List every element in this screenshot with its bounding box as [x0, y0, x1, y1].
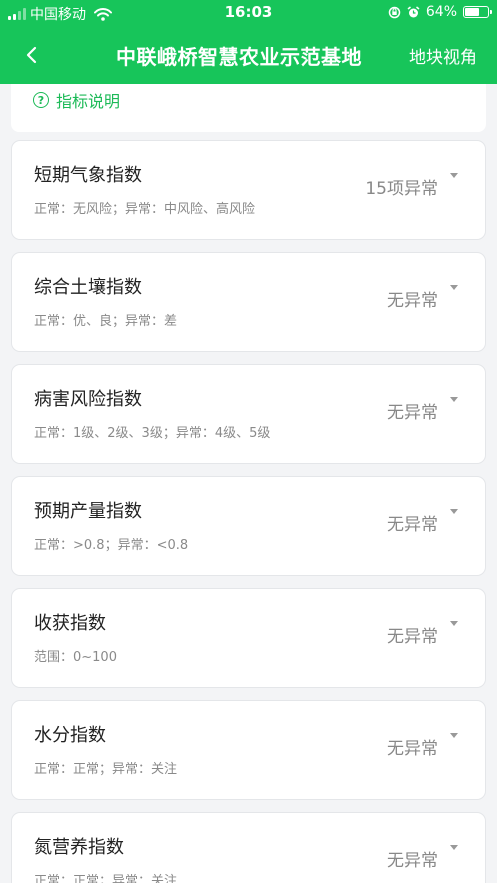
index-card-title: 病害风险指数 [34, 389, 142, 410]
help-circle-icon: ? [33, 92, 49, 108]
rotation-lock-icon [388, 6, 401, 18]
index-card-status: 无异常 [387, 739, 438, 759]
index-card-status: 无异常 [387, 627, 438, 647]
caret-down-icon [450, 733, 458, 738]
page-title: 中联峨桥智慧农业示范基地 [116, 45, 362, 69]
caret-down-icon [450, 285, 458, 290]
index-card-nitrogen[interactable]: 氮营养指数 正常：正常；异常：关注 无异常 [11, 812, 486, 883]
info-card: ? 指标说明 [11, 84, 486, 132]
battery-fill [465, 8, 480, 16]
battery-icon [463, 6, 492, 18]
index-card-title: 氮营养指数 [34, 837, 124, 858]
status-right: 64% [388, 4, 492, 20]
index-card-subtitle: 正常：1级、2级、3级；异常：4级、5级 [34, 426, 271, 441]
alarm-icon [407, 5, 420, 17]
index-card-status: 无异常 [387, 291, 438, 311]
back-button[interactable] [18, 40, 46, 70]
index-card-subtitle: 正常：优、良；异常：差 [34, 314, 178, 329]
plot-view-button[interactable]: 地块视角 [409, 43, 477, 68]
indicator-help-label: 指标说明 [56, 92, 121, 111]
index-card-title: 收获指数 [34, 613, 106, 634]
app-header: 中国移动 16:03 64% 中联峨桥智慧农业示范基地 地块视角 [0, 0, 497, 84]
nav-bar: 中联峨桥智慧农业示范基地 地块视角 [0, 26, 497, 84]
index-card-title: 预期产量指数 [34, 501, 142, 522]
index-card-status: 无异常 [387, 403, 438, 423]
index-card-subtitle: 正常：无风险；异常：中风险、高风险 [34, 202, 256, 217]
index-card-weather[interactable]: 短期气象指数 正常：无风险；异常：中风险、高风险 15项异常 [11, 140, 486, 240]
index-card-harvest[interactable]: 收获指数 范围：0~100 无异常 [11, 588, 486, 688]
index-card-title: 水分指数 [34, 725, 106, 746]
main-content[interactable]: ? 指标说明 短期气象指数 正常：无风险；异常：中风险、高风险 15项异常 综合… [0, 84, 497, 883]
index-card-moisture[interactable]: 水分指数 正常：正常；异常：关注 无异常 [11, 700, 486, 800]
index-card-subtitle: 范围：0~100 [34, 650, 117, 665]
index-card-status: 无异常 [387, 851, 438, 871]
caret-down-icon [450, 397, 458, 402]
indicator-help-link[interactable]: ? 指标说明 [33, 88, 120, 112]
index-card-title: 综合土壤指数 [34, 277, 142, 298]
index-card-soil[interactable]: 综合土壤指数 正常：优、良；异常：差 无异常 [11, 252, 486, 352]
caret-down-icon [450, 173, 458, 178]
index-card-status: 无异常 [387, 515, 438, 535]
index-card-subtitle: 正常：>0.8；异常：<0.8 [34, 538, 189, 553]
index-card-yield[interactable]: 预期产量指数 正常：>0.8；异常：<0.8 无异常 [11, 476, 486, 576]
index-card-subtitle: 正常：正常；异常：关注 [34, 762, 178, 777]
caret-down-icon [450, 845, 458, 850]
status-bar: 中国移动 16:03 64% [0, 0, 497, 26]
index-card-status: 15项异常 [365, 179, 438, 199]
caret-down-icon [450, 621, 458, 626]
index-card-disease[interactable]: 病害风险指数 正常：1级、2级、3级；异常：4级、5级 无异常 [11, 364, 486, 464]
chevron-left-icon [26, 46, 37, 64]
index-card-subtitle: 正常：正常；异常：关注 [34, 874, 178, 883]
battery-percent: 64% [425, 4, 457, 20]
caret-down-icon [450, 509, 458, 514]
index-card-title: 短期气象指数 [34, 165, 142, 186]
